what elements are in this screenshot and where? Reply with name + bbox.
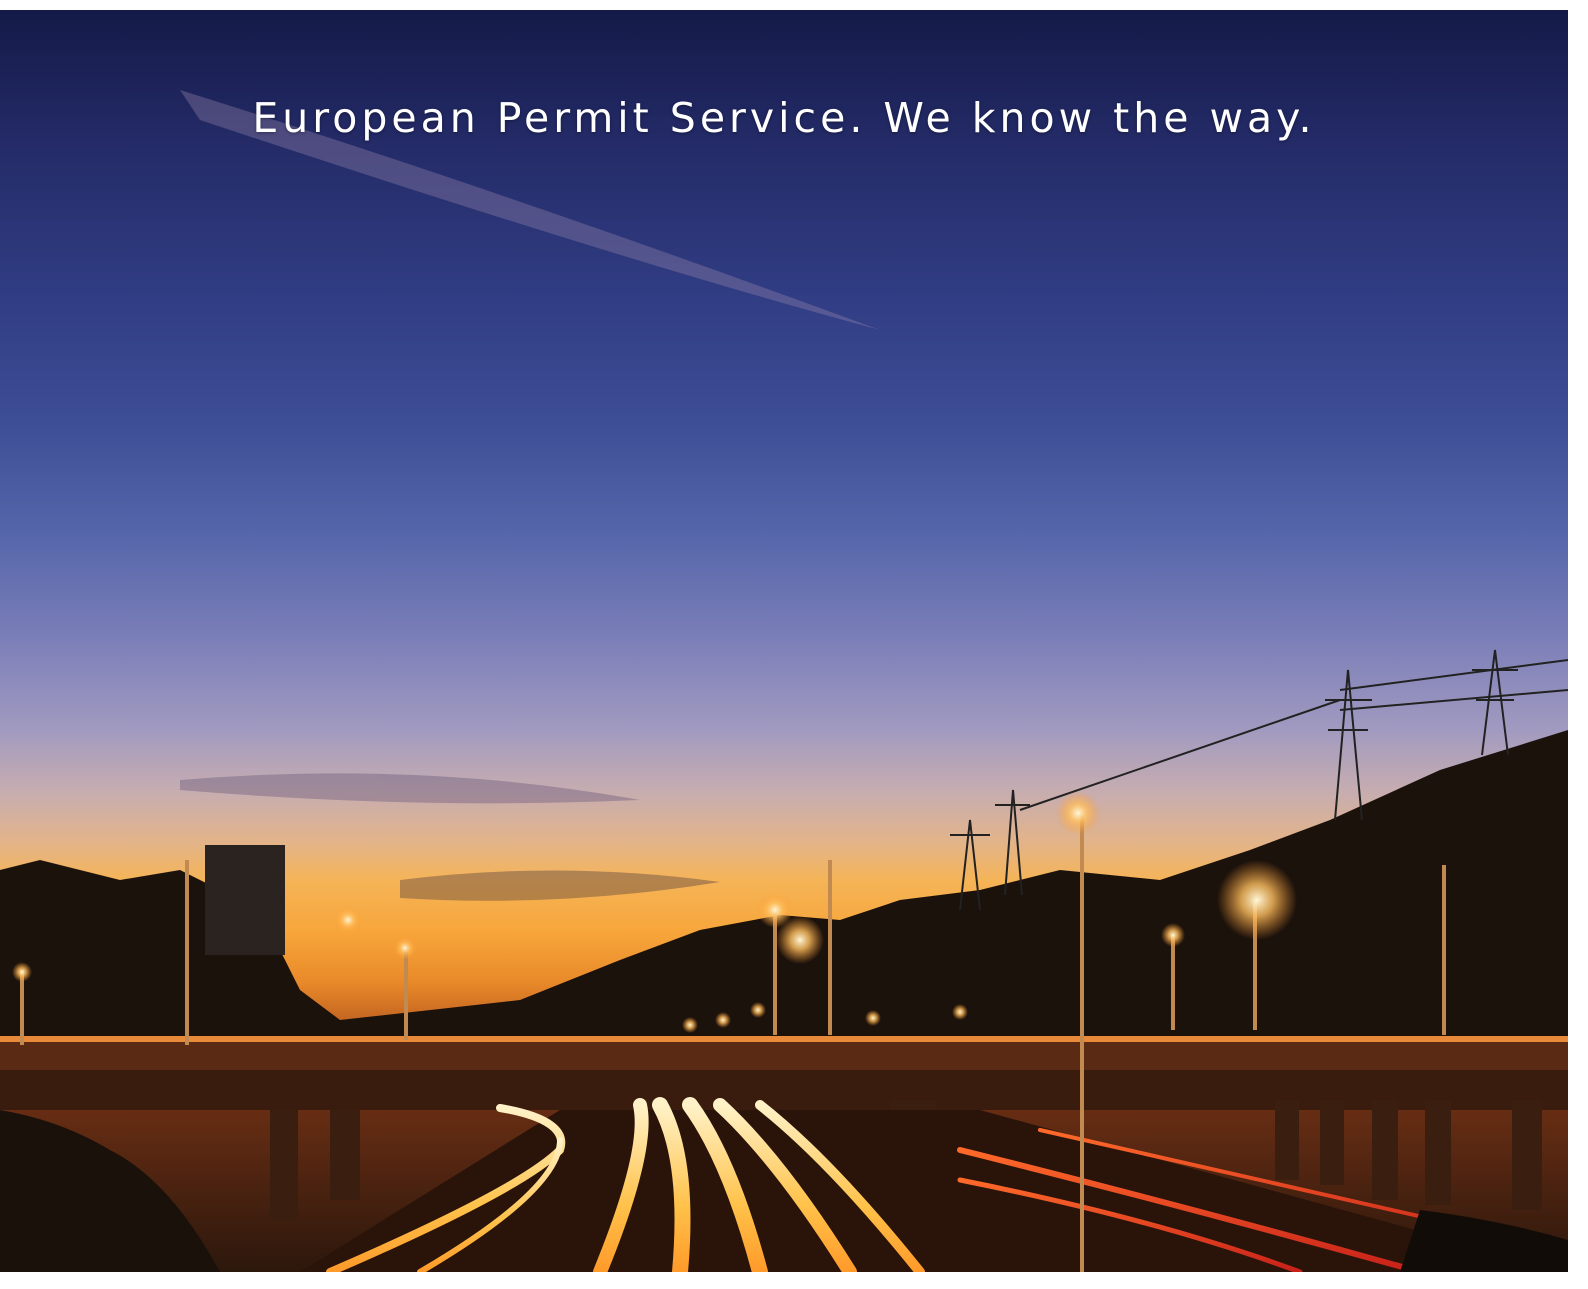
clouds bbox=[180, 90, 880, 901]
highway-night-photo bbox=[0, 90, 1568, 1272]
hero-tagline: European Permit Service. We know the way… bbox=[252, 94, 1316, 142]
hero-banner: European Permit Service. We know the way… bbox=[0, 10, 1568, 1272]
